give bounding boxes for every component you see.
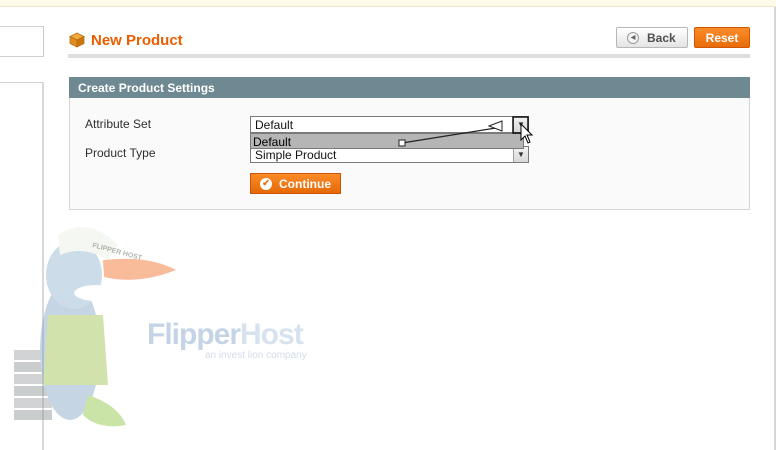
watermark-tagline: an invest lion company xyxy=(205,350,307,361)
annotation-line xyxy=(401,126,503,144)
watermark-brand: FlipperHost xyxy=(147,318,304,352)
mouse-pointer-icon xyxy=(520,122,534,144)
annotation-arrowhead xyxy=(487,120,503,132)
annotation-handle xyxy=(398,139,406,147)
watermark-brand-flipper: Flipper xyxy=(147,318,241,351)
watermark-brand-host: Host xyxy=(240,318,304,351)
